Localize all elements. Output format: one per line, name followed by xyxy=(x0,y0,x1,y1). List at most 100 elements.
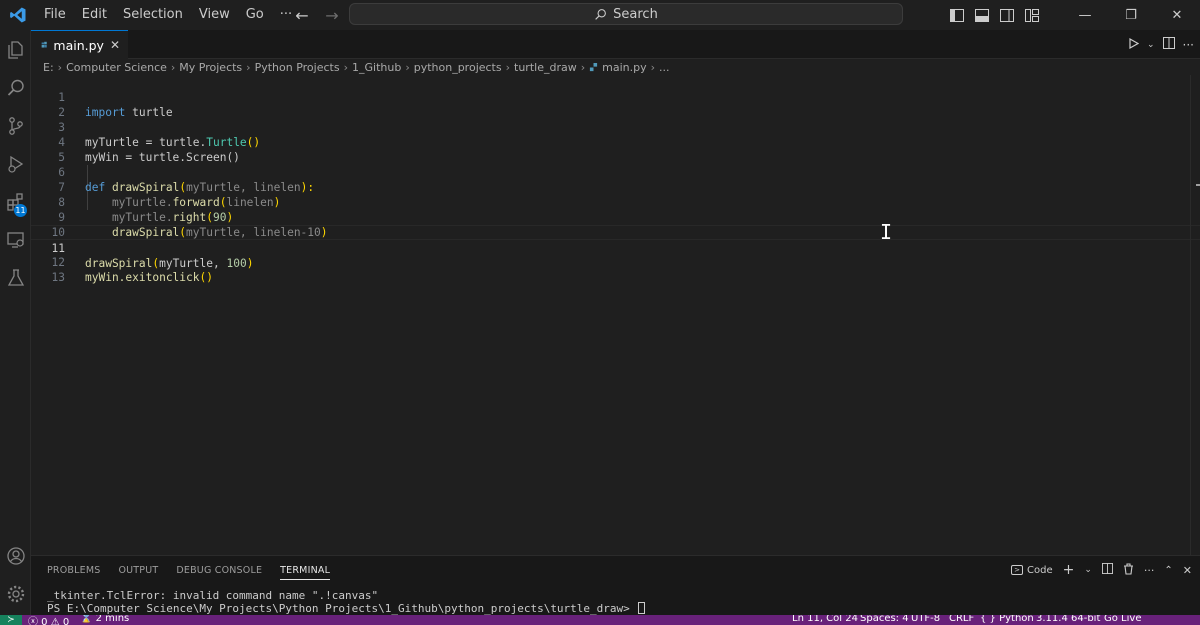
python-interpreter[interactable]: 3.11.4 64-bit xyxy=(1036,615,1100,624)
breadcrumb-folder[interactable]: 1_Github xyxy=(352,61,401,74)
close-tab-icon[interactable]: ✕ xyxy=(110,38,120,52)
breadcrumb-folder[interactable]: My Projects xyxy=(179,61,242,74)
testing-flask-icon[interactable] xyxy=(0,260,31,296)
vscode-logo-icon xyxy=(0,0,36,30)
tab-output[interactable]: OUTPUT xyxy=(118,565,158,576)
tab-main-py[interactable]: main.py ✕ xyxy=(31,30,128,59)
extensions-icon[interactable]: 11 xyxy=(0,184,31,220)
code-line: 13 xyxy=(31,255,1200,284)
window-controls: — ❐ ✕ xyxy=(944,0,1200,30)
time-tracker[interactable]: ⌛ 2 mins xyxy=(80,615,129,624)
forward-arrow-icon[interactable]: → xyxy=(322,6,342,25)
problems-count[interactable]: ⓧ 0 ⚠ 0 xyxy=(28,615,69,625)
panel-more-actions-icon[interactable]: ··· xyxy=(1144,564,1155,577)
navigation-arrows: ← → xyxy=(292,0,342,30)
command-center-search[interactable]: Search xyxy=(349,3,903,25)
terminal-cursor xyxy=(638,602,646,614)
tab-debug-console[interactable]: DEBUG CONSOLE xyxy=(176,565,262,576)
code-line: 12 myWin.exitonclick() xyxy=(31,240,1200,284)
run-options-chevron-icon[interactable]: ⌄ xyxy=(1147,40,1155,50)
manage-gear-icon[interactable] xyxy=(0,576,31,612)
bottom-panel: PROBLEMS OUTPUT DEBUG CONSOLE TERMINAL >… xyxy=(31,555,1200,615)
more-actions-icon[interactable]: ··· xyxy=(1183,38,1194,52)
code-line: 1 import turtle xyxy=(31,75,1200,119)
activity-bar: 11 xyxy=(0,30,31,615)
account-icon[interactable] xyxy=(0,538,31,574)
terminal-name: Code xyxy=(1027,564,1053,576)
back-arrow-icon[interactable]: ← xyxy=(292,6,312,25)
indentation[interactable]: Spaces: 4 xyxy=(860,615,909,624)
code-line: 5 xyxy=(31,135,1200,164)
terminal-output-line: _tkinter.TclError: invalid command name … xyxy=(47,589,379,602)
remote-indicator-icon[interactable]: ≻ xyxy=(0,615,22,625)
terminal-selector[interactable]: > Code xyxy=(1011,565,1053,576)
code-line: 7 myTurtle.forward(linelen) xyxy=(31,165,1200,209)
customize-layout-icon[interactable] xyxy=(1019,8,1044,22)
run-debug-icon[interactable] xyxy=(0,146,31,182)
search-label: Search xyxy=(613,6,658,22)
breadcrumb-symbol[interactable]: ... xyxy=(659,61,670,74)
go-live-button[interactable]: Go Live xyxy=(1104,615,1141,624)
menu-bar: File Edit Selection View Go ··· xyxy=(36,0,300,30)
terminal-icon: > xyxy=(1011,565,1023,575)
tab-filename: main.py xyxy=(53,37,104,53)
code-line: 3 myTurtle = turtle.Turtle() xyxy=(31,105,1200,149)
extensions-badge: 11 xyxy=(14,204,27,217)
scrollbar-cursor-marker xyxy=(1196,184,1200,186)
explorer-icon[interactable] xyxy=(0,32,31,68)
menu-selection[interactable]: Selection xyxy=(115,0,191,30)
terminal-prompt-line[interactable]: PS E:\Computer Science\My Projects\Pytho… xyxy=(47,602,646,615)
breadcrumb: E: › Computer Science › My Projects › Pytho… xyxy=(31,59,1200,75)
title-bar: File Edit Selection View Go ··· ← → Sear… xyxy=(0,0,1200,30)
toggle-secondary-sidebar-icon[interactable] xyxy=(994,8,1019,22)
tab-terminal[interactable]: TERMINAL xyxy=(280,565,331,580)
kill-terminal-trash-icon[interactable] xyxy=(1123,562,1134,578)
menu-go[interactable]: Go xyxy=(238,0,272,30)
breadcrumb-file[interactable]: main.py xyxy=(602,61,646,74)
text-cursor-ibeam-icon: I xyxy=(880,220,893,244)
breadcrumb-folder[interactable]: python_projects xyxy=(414,61,502,74)
menu-file[interactable]: File xyxy=(36,0,74,30)
maximize-panel-chevron-icon[interactable]: ⌃ xyxy=(1164,565,1172,576)
search-icon xyxy=(595,8,607,20)
toggle-panel-icon[interactable] xyxy=(969,8,994,22)
terminal-dropdown-chevron-icon[interactable]: ⌄ xyxy=(1084,565,1092,575)
breadcrumb-folder[interactable]: Python Projects xyxy=(255,61,340,74)
cursor-position[interactable]: Ln 11, Col 24 xyxy=(792,615,858,624)
close-panel-icon[interactable]: ✕ xyxy=(1183,564,1192,577)
breadcrumb-folder[interactable]: Computer Science xyxy=(66,61,167,74)
language-mode[interactable]: { } Python xyxy=(980,615,1034,624)
code-line: 8 myTurtle.right(90) xyxy=(31,180,1200,224)
code-line: 6 def drawSpiral(myTurtle, linelen): xyxy=(31,150,1200,194)
code-line: 10 xyxy=(31,210,1200,239)
encoding[interactable]: UTF-8 xyxy=(911,615,940,624)
python-file-icon xyxy=(41,41,47,48)
toggle-primary-sidebar-icon[interactable] xyxy=(944,8,969,22)
code-editor[interactable]: 1 import turtle 2 3 myTurtle = turtle.Tu… xyxy=(31,75,1200,555)
line-number: 13 xyxy=(51,271,65,284)
panel-actions: > Code + ⌄ ··· ⌃ ✕ xyxy=(1011,556,1192,584)
breadcrumb-drive[interactable]: E: xyxy=(43,61,54,74)
breadcrumb-folder[interactable]: turtle_draw xyxy=(514,61,577,74)
search-view-icon[interactable] xyxy=(0,70,31,106)
code-line: 2 xyxy=(31,90,1200,119)
source-control-icon[interactable] xyxy=(0,108,31,144)
editor-scrollbar[interactable] xyxy=(1190,75,1200,555)
minimize-icon[interactable]: — xyxy=(1062,0,1108,30)
run-python-file-icon[interactable] xyxy=(1128,37,1140,52)
remote-explorer-icon[interactable] xyxy=(0,222,31,258)
python-file-icon xyxy=(590,62,598,71)
line-endings[interactable]: CRLF xyxy=(949,615,974,624)
close-window-icon[interactable]: ✕ xyxy=(1154,0,1200,30)
split-editor-icon[interactable] xyxy=(1162,37,1175,52)
code-line: 4 myWin = turtle.Screen() xyxy=(31,120,1200,164)
editor-actions: ⌄ ··· xyxy=(1128,30,1194,59)
menu-view[interactable]: View xyxy=(191,0,238,30)
editor-tab-bar: main.py ✕ ⌄ ··· xyxy=(31,30,1200,59)
new-terminal-plus-icon[interactable]: + xyxy=(1063,562,1075,578)
split-terminal-icon[interactable] xyxy=(1101,563,1113,577)
restore-icon[interactable]: ❐ xyxy=(1108,0,1154,30)
status-bar: ≻ ⓧ 0 ⚠ 0 ⌛ 2 mins Ln 11, Col 24 Spaces:… xyxy=(0,615,1200,625)
menu-edit[interactable]: Edit xyxy=(74,0,115,30)
tab-problems[interactable]: PROBLEMS xyxy=(47,565,100,576)
